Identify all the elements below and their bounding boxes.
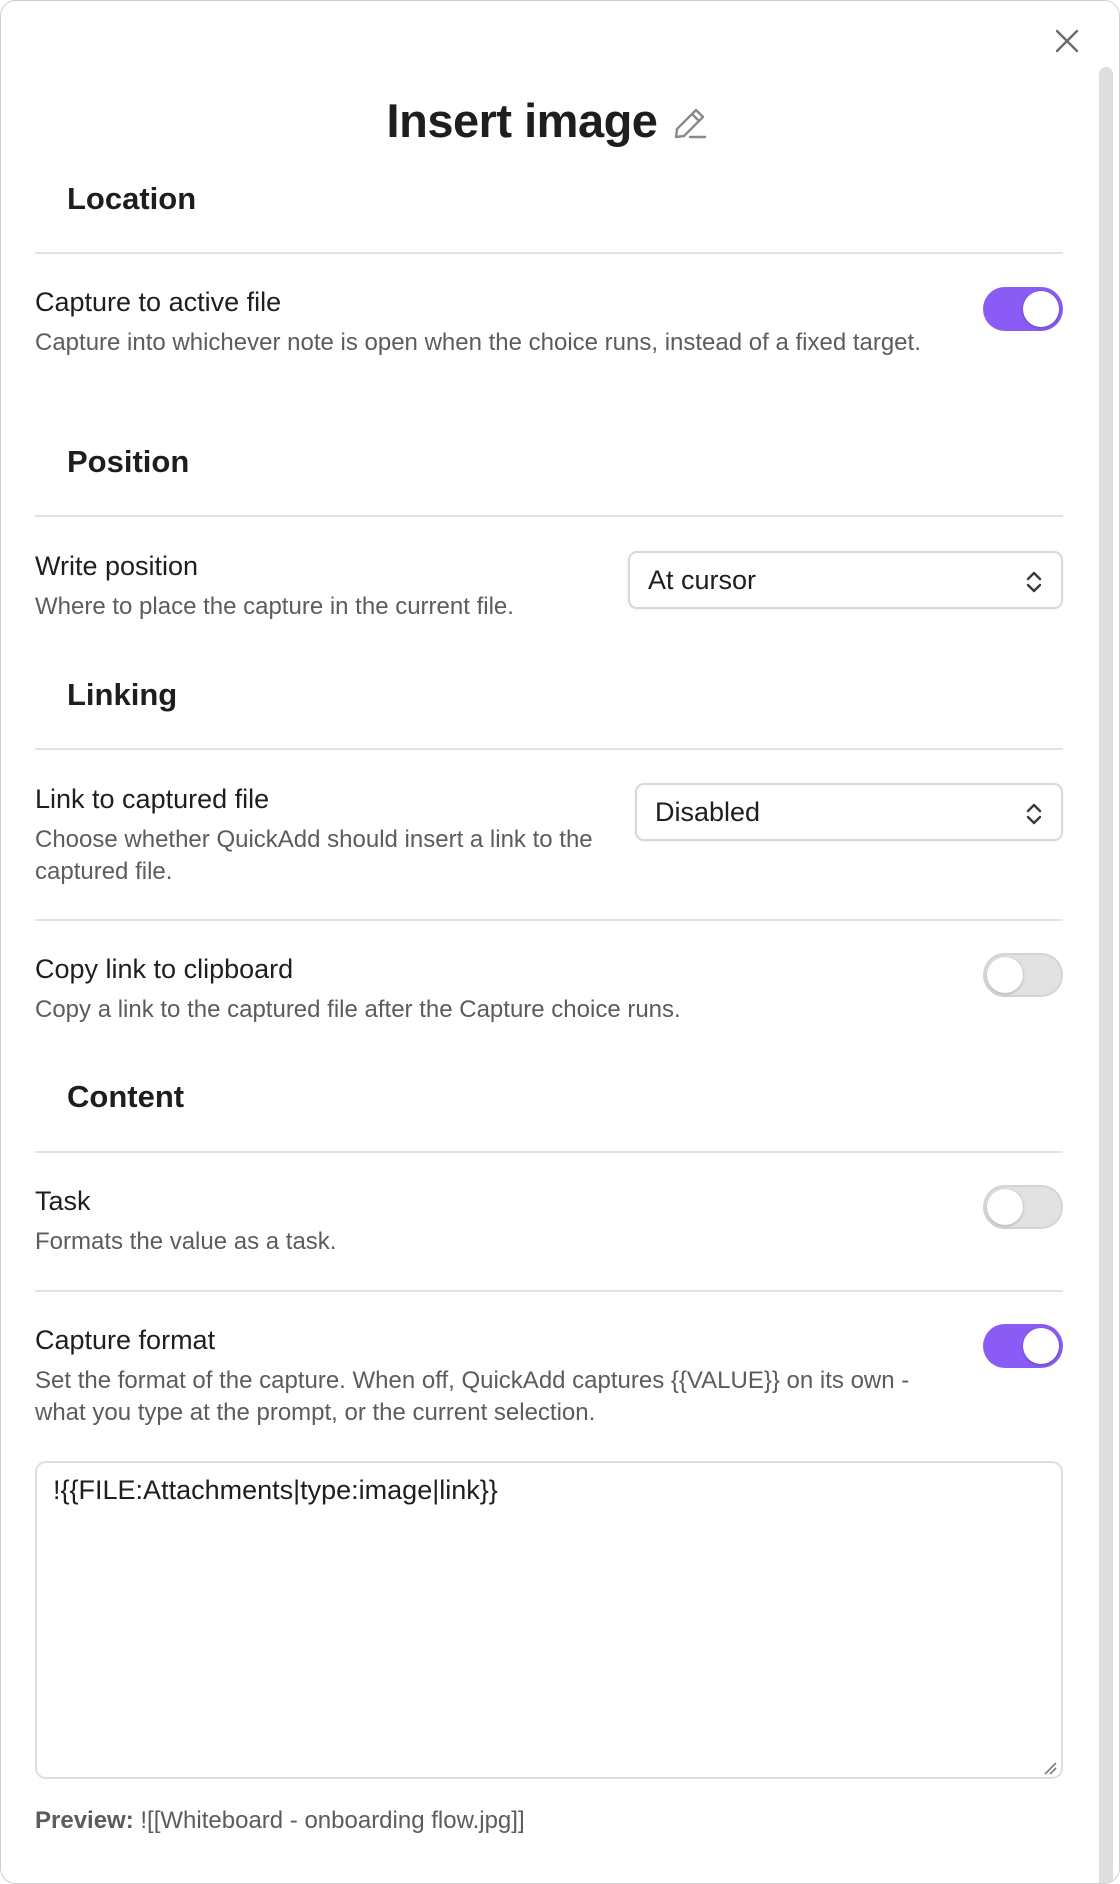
toggle-knob — [987, 957, 1023, 993]
setting-desc-capture-active: Capture into whichever note is open when… — [35, 329, 921, 356]
insert-image-modal: Insert image Location Capture to active … — [0, 0, 1120, 1884]
section-heading-position: Position — [67, 444, 190, 479]
divider — [35, 252, 1063, 254]
setting-name-capture-format: Capture format — [35, 1325, 216, 1355]
chevron-up-down-icon — [1026, 803, 1042, 825]
preview-label: Preview: — [35, 1807, 134, 1834]
setting-desc-write-position: Where to place the capture in the curren… — [35, 593, 514, 620]
section-heading-location: Location — [67, 181, 197, 216]
task-toggle[interactable] — [983, 1185, 1063, 1229]
setting-name-task: Task — [35, 1186, 91, 1216]
divider — [35, 515, 1063, 517]
edit-title-button[interactable] — [671, 104, 709, 142]
divider — [35, 919, 1063, 921]
write-position-select[interactable]: At cursor — [628, 551, 1063, 609]
capture-preview: Preview: ![[Whiteboard - onboarding flow… — [35, 1807, 525, 1835]
copy-link-toggle[interactable] — [983, 953, 1063, 997]
close-icon — [1055, 29, 1079, 53]
section-heading-content: Content — [67, 1079, 185, 1114]
link-captured-value: Disabled — [655, 797, 761, 827]
link-captured-select[interactable]: Disabled — [635, 783, 1063, 841]
scrollbar-track[interactable] — [1093, 1, 1119, 1883]
capture-format-toggle[interactable] — [983, 1324, 1063, 1368]
setting-desc-copy-link: Copy a link to the captured file after t… — [35, 996, 681, 1023]
divider — [35, 1151, 1063, 1153]
capture-active-toggle[interactable] — [983, 287, 1063, 331]
toggle-knob — [987, 1189, 1023, 1225]
close-button[interactable] — [1049, 23, 1085, 59]
resize-handle-icon[interactable] — [1043, 1761, 1057, 1775]
pencil-icon — [675, 108, 707, 139]
setting-name-link-captured: Link to captured file — [35, 784, 270, 814]
chevron-up-down-icon — [1026, 571, 1042, 593]
setting-name-write-position: Write position — [35, 551, 199, 581]
write-position-value: At cursor — [648, 565, 757, 595]
setting-name-copy-link: Copy link to clipboard — [35, 954, 294, 984]
setting-desc-task: Formats the value as a task. — [35, 1228, 337, 1255]
modal-title: Insert image — [386, 93, 658, 147]
setting-desc-link-captured: Choose whether QuickAdd should insert a … — [35, 826, 593, 885]
scrollbar-thumb[interactable] — [1099, 67, 1113, 1883]
setting-name-capture-active: Capture to active file — [35, 287, 282, 317]
toggle-knob — [1023, 291, 1059, 327]
setting-desc-capture-format: Set the format of the capture. When off,… — [35, 1367, 910, 1426]
section-heading-linking: Linking — [67, 677, 178, 712]
toggle-knob — [1023, 1328, 1059, 1364]
capture-format-textarea[interactable]: !{{FILE:Attachments|type:image|link}} — [35, 1461, 1063, 1779]
divider — [35, 748, 1063, 750]
title-row: Insert image — [1, 85, 1095, 155]
preview-value: ![[Whiteboard - onboarding flow.jpg]] — [140, 1807, 525, 1834]
divider — [35, 1290, 1063, 1292]
